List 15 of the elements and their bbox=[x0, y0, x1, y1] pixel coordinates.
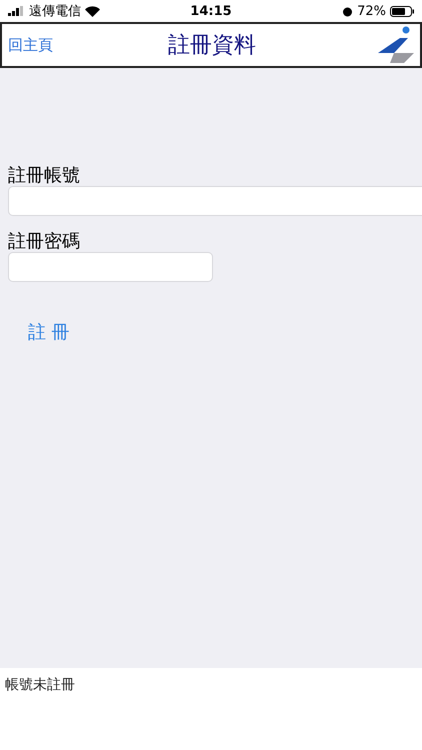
input-field[interactable] bbox=[8, 186, 422, 216]
field-label: 註冊密碼 bbox=[8, 232, 81, 252]
battery-icon bbox=[390, 6, 414, 16]
status-message: 帳號未註冊 bbox=[5, 677, 75, 693]
signal-icon bbox=[8, 6, 25, 16]
battery-percent: 72% bbox=[357, 4, 386, 18]
register-button[interactable]: 註 冊 bbox=[28, 320, 70, 344]
clock-time: 14:15 bbox=[190, 4, 232, 18]
field-label: 註冊帳號 bbox=[8, 166, 81, 186]
home-link[interactable]: 回主頁 bbox=[8, 36, 88, 54]
wifi-icon bbox=[85, 6, 100, 16]
page-title: 註冊資料 bbox=[168, 32, 256, 60]
alarm-icon bbox=[342, 6, 354, 16]
input-field[interactable] bbox=[8, 252, 213, 282]
carrier-name: 遠傳電信 bbox=[29, 3, 81, 20]
